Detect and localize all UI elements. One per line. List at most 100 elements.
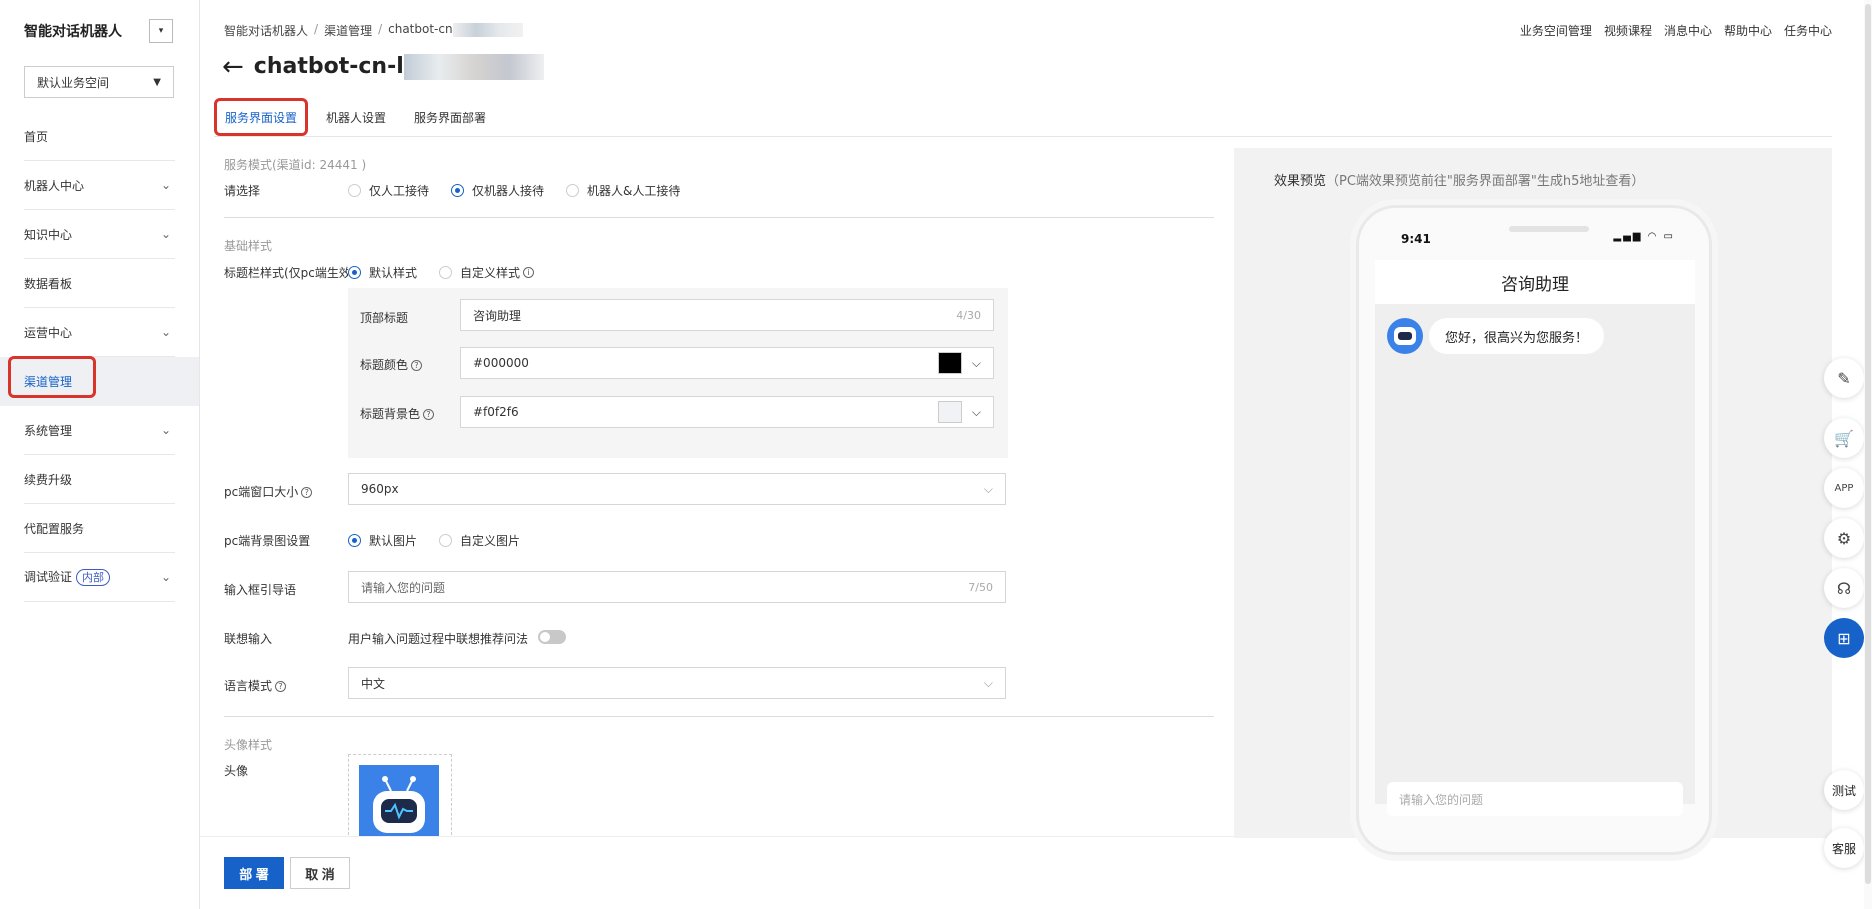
test-button[interactable]: 测试 bbox=[1824, 770, 1864, 810]
input-guide-value: 请输入您的问题 bbox=[361, 580, 446, 595]
cancel-button[interactable]: 取 消 bbox=[290, 857, 350, 889]
top-title-input[interactable]: 咨询助理 4/30 bbox=[460, 299, 994, 331]
sidebar-item-label: 系统管理 bbox=[24, 423, 73, 438]
edit-icon[interactable]: ✎ bbox=[1824, 358, 1864, 398]
phone-time: 9:41 bbox=[1401, 232, 1431, 246]
radio-human-only[interactable]: 仅人工接待 bbox=[348, 182, 429, 199]
sidebar-item-label: 运营中心 bbox=[24, 325, 73, 340]
chevron-down-icon: ⌄ bbox=[160, 178, 171, 192]
title-bg-color-picker[interactable]: #f0f2f6 ⌵ bbox=[460, 396, 994, 428]
chevron-down-icon: ⌄ bbox=[160, 325, 171, 339]
input-guide-field[interactable]: 请输入您的问题 7/50 bbox=[348, 571, 1006, 603]
radio-default-image[interactable]: 默认图片 bbox=[348, 532, 417, 549]
avatar-style-title: 头像样式 bbox=[224, 738, 273, 752]
avatar-upload[interactable] bbox=[348, 754, 452, 840]
sidebar-item-dashboard[interactable]: 数据看板 bbox=[24, 259, 175, 308]
pc-size-label: pc端窗口大小? bbox=[224, 483, 313, 500]
tab-service-ui-deploy[interactable]: 服务界面部署 bbox=[404, 98, 496, 136]
chevron-down-icon: ⌵ bbox=[983, 675, 993, 690]
radio-default-style[interactable]: 默认样式 bbox=[348, 264, 417, 281]
sidebar-header: 智能对话机器人 ▾ bbox=[0, 0, 199, 62]
title-bg-label: 标题背景色? bbox=[360, 405, 435, 422]
help-icon[interactable]: ? bbox=[423, 409, 435, 420]
phone-notch bbox=[1509, 226, 1589, 232]
title-color-value: #000000 bbox=[473, 356, 529, 370]
radio-circle-selected bbox=[348, 266, 361, 279]
tab-bot-settings[interactable]: 机器人设置 bbox=[316, 98, 396, 136]
chevron-down-icon: ⌵ bbox=[983, 481, 993, 496]
chat-input[interactable]: 请输入您的问题 bbox=[1387, 782, 1683, 816]
sidebar-item-knowledge[interactable]: 知识中心 ⌄ bbox=[24, 210, 175, 259]
internal-badge: 内部 bbox=[76, 569, 111, 586]
phone-status-bar: 9:41 ▂▄▆ ◠ ▭ bbox=[1359, 208, 1709, 260]
page-title-text: chatbot-cn-l bbox=[253, 54, 404, 79]
assoc-input-toggle[interactable] bbox=[538, 630, 566, 644]
sidebar-item-operations[interactable]: 运营中心 ⌄ bbox=[24, 308, 175, 357]
lang-mode-select[interactable]: 中文 ⌵ bbox=[348, 667, 1006, 699]
breadcrumb-item[interactable]: 智能对话机器人 bbox=[224, 22, 308, 39]
headset-icon[interactable]: ☊ bbox=[1824, 568, 1864, 608]
title-color-picker[interactable]: #000000 ⌵ bbox=[460, 347, 994, 379]
sidebar-item-renew[interactable]: 续费升级 bbox=[24, 455, 175, 504]
scrollbar-thumb[interactable] bbox=[1865, 4, 1871, 884]
sidebar-item-home[interactable]: 首页 bbox=[24, 112, 175, 161]
breadcrumb-item[interactable]: 渠道管理 bbox=[324, 22, 372, 39]
radio-bot-only[interactable]: 仅机器人接待 bbox=[451, 182, 544, 199]
link-help-center[interactable]: 帮助中心 bbox=[1724, 22, 1772, 39]
choose-label: 请选择 bbox=[224, 184, 261, 198]
caret-down-icon: ▼ bbox=[153, 76, 161, 88]
link-video-courses[interactable]: 视频课程 bbox=[1604, 22, 1652, 39]
input-guide-label: 输入框引导语 bbox=[224, 583, 297, 597]
avatar-label: 头像 bbox=[224, 764, 249, 778]
chevron-down-icon: ⌄ bbox=[160, 227, 171, 241]
cart-icon[interactable]: 🛒 bbox=[1824, 418, 1864, 458]
app-title: 智能对话机器人 bbox=[24, 24, 122, 40]
breadcrumb-item: chatbot-cn bbox=[388, 22, 523, 39]
info-icon[interactable]: i bbox=[523, 267, 535, 278]
link-message-center[interactable]: 消息中心 bbox=[1664, 22, 1712, 39]
bot-avatar bbox=[1387, 318, 1423, 354]
lang-mode-label: 语言模式? bbox=[224, 677, 287, 694]
workspace-select[interactable]: 默认业务空间 ▼ bbox=[24, 66, 174, 98]
help-icon[interactable]: ? bbox=[275, 681, 287, 692]
sidebar-item-config-service[interactable]: 代配置服务 bbox=[24, 504, 175, 553]
breadcrumb: 智能对话机器人 / 渠道管理 / chatbot-cn bbox=[224, 22, 523, 39]
sidebar-item-debug[interactable]: 调试验证 内部 ⌄ bbox=[24, 553, 175, 602]
pc-size-select[interactable]: 960px ⌵ bbox=[348, 473, 1006, 505]
deploy-button[interactable]: 部 署 bbox=[224, 857, 284, 889]
char-count: 7/50 bbox=[968, 580, 993, 594]
radio-circle bbox=[439, 266, 453, 279]
section-divider bbox=[224, 716, 1214, 717]
titlebar-style-radio-group: 默认样式 自定义样式 i bbox=[348, 264, 556, 281]
chevron-down-icon: ⌄ bbox=[160, 423, 171, 437]
sidebar-item-bot-center[interactable]: 机器人中心 ⌄ bbox=[24, 161, 175, 210]
sidebar-item-label: 调试验证 bbox=[24, 570, 73, 584]
sidebar-collapse-button[interactable]: ▾ bbox=[149, 19, 173, 43]
basic-style-title: 基础样式 bbox=[224, 239, 273, 253]
back-arrow-icon[interactable]: ← bbox=[222, 52, 244, 82]
help-icon[interactable]: ? bbox=[411, 360, 423, 371]
sidebar-item-label: 首页 bbox=[24, 129, 49, 144]
tabs: 服务界面设置 机器人设置 服务界面部署 bbox=[214, 98, 504, 136]
help-icon[interactable]: ? bbox=[301, 487, 313, 498]
radio-circle bbox=[439, 534, 453, 547]
radio-custom-image[interactable]: 自定义图片 bbox=[439, 532, 520, 549]
gear-icon[interactable]: ⚙ bbox=[1824, 518, 1864, 558]
apps-grid-icon[interactable]: ⊞ bbox=[1824, 618, 1864, 658]
chat-header: 咨询助理 bbox=[1375, 260, 1695, 304]
assoc-input-label: 联想输入 bbox=[224, 632, 273, 646]
tabs-divider bbox=[214, 136, 1832, 137]
section-divider bbox=[224, 217, 1214, 218]
link-workspace-manage[interactable]: 业务空间管理 bbox=[1520, 22, 1592, 39]
tab-service-ui-settings[interactable]: 服务界面设置 bbox=[214, 98, 309, 136]
sidebar-item-system[interactable]: 系统管理 ⌄ bbox=[24, 406, 175, 455]
app-icon[interactable]: APP bbox=[1824, 468, 1864, 508]
robot-icon bbox=[373, 776, 425, 833]
link-task-center[interactable]: 任务中心 bbox=[1784, 22, 1832, 39]
sidebar-item-label: 续费升级 bbox=[24, 472, 73, 487]
radio-custom-style[interactable]: 自定义样式 i bbox=[439, 264, 535, 281]
title-bg-value: #f0f2f6 bbox=[473, 405, 519, 419]
radio-bot-and-human[interactable]: 机器人&人工接待 bbox=[566, 182, 680, 199]
customer-service-button[interactable]: 客服 bbox=[1824, 828, 1864, 868]
pc-size-value: 960px bbox=[361, 482, 399, 496]
